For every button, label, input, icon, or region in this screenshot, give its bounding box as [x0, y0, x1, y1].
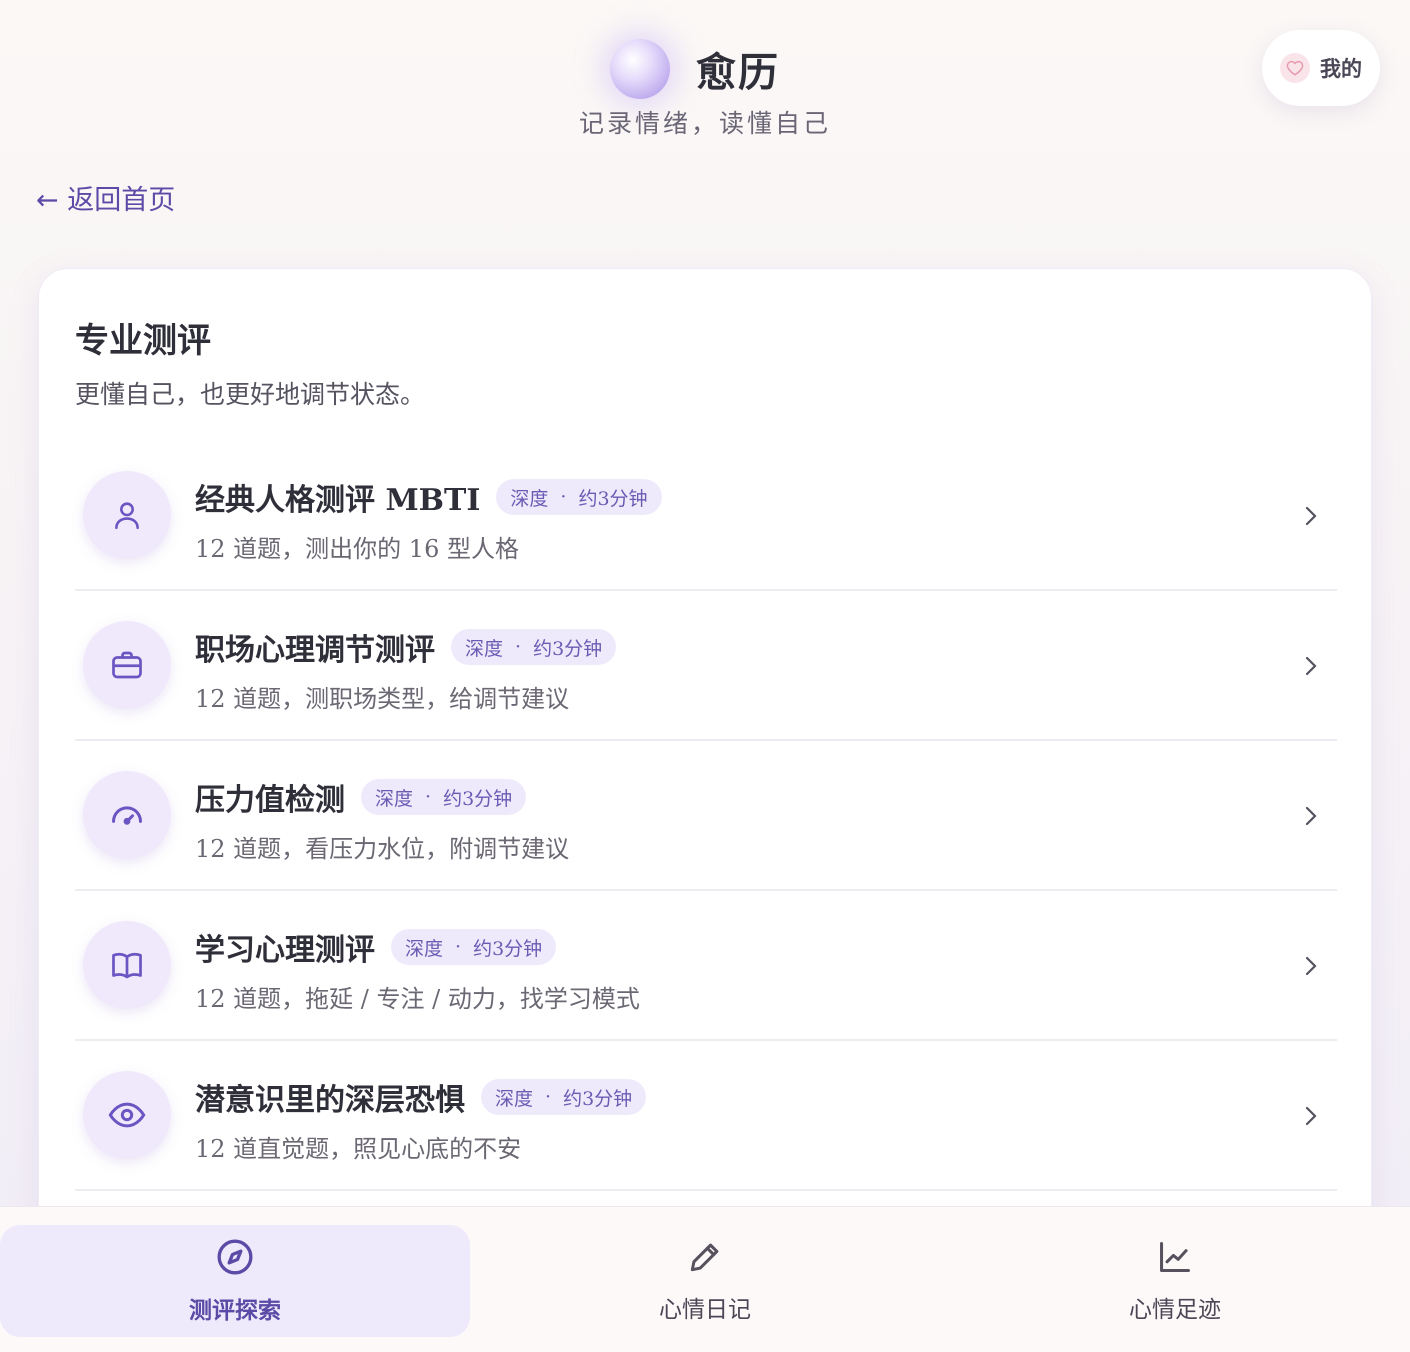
chevron-right-icon — [1299, 951, 1323, 985]
chevron-right-icon — [1299, 801, 1323, 835]
user-icon — [83, 471, 171, 559]
test-item-learning[interactable]: 学习心理测评 深度 · 约3分钟 12 道题，拖延 / 专注 / 动力，找学习模式 — [75, 891, 1337, 1041]
test-item-stress[interactable]: 压力值检测 深度 · 约3分钟 12 道题，看压力水位，附调节建议 — [75, 741, 1337, 891]
tagline: 记录情绪，读懂自己 — [578, 109, 831, 138]
duration-badge: 深度 · 约3分钟 — [361, 779, 527, 815]
section-title: 专业测评 — [75, 321, 211, 361]
compass-icon — [215, 1237, 255, 1281]
test-description: 12 道题，测职场类型，给调节建议 — [195, 685, 570, 713]
duration-badge: 深度 · 约3分钟 — [451, 629, 617, 665]
test-description: 12 道直觉题，照见心底的不安 — [195, 1135, 522, 1163]
mine-label: 我的 — [1320, 57, 1362, 81]
tab-label: 心情日记 — [659, 1297, 751, 1323]
app-header: 愈历 记录情绪，读懂自己 我的 — [0, 0, 1410, 150]
chevron-right-icon — [1299, 651, 1323, 685]
bottom-nav: 测评探索 心情日记 心情足迹 — [0, 1206, 1410, 1352]
brand-orb-logo — [610, 39, 670, 99]
test-title: 压力值检测 — [195, 783, 345, 818]
tab-label: 心情足迹 — [1129, 1297, 1221, 1323]
assessment-card: 专业测评 更懂自己，也更好地调节状态。 经典人格测评 MBTI 深度 · 约3分钟 … — [38, 268, 1372, 1268]
duration-badge: 深度 · 约3分钟 — [481, 1079, 647, 1115]
chevron-right-icon — [1299, 501, 1323, 535]
chart-icon — [1156, 1238, 1194, 1280]
chevron-right-icon — [1299, 1101, 1323, 1135]
eye-icon — [83, 1071, 171, 1159]
app-name: 愈历 — [696, 49, 780, 96]
test-title: 经典人格测评 MBTI — [195, 483, 481, 518]
pencil-icon — [686, 1238, 724, 1280]
test-description: 12 道题，测出你的 16 型人格 — [195, 535, 519, 563]
gauge-icon — [83, 771, 171, 859]
mine-button[interactable]: 我的 — [1262, 30, 1380, 106]
tab-label: 测评探索 — [189, 1298, 281, 1324]
duration-badge: 深度 · 约3分钟 — [496, 479, 662, 515]
test-description: 12 道题，拖延 / 专注 / 动力，找学习模式 — [195, 985, 640, 1013]
briefcase-icon — [83, 621, 171, 709]
heart-icon — [1280, 53, 1310, 83]
book-icon — [83, 921, 171, 1009]
test-item-mbti[interactable]: 经典人格测评 MBTI 深度 · 约3分钟 12 道题，测出你的 16 型人格 — [75, 441, 1337, 591]
test-list: 经典人格测评 MBTI 深度 · 约3分钟 12 道题，测出你的 16 型人格 职场… — [75, 441, 1337, 1191]
test-title: 学习心理测评 — [195, 933, 375, 968]
tab-explore[interactable]: 测评探索 — [0, 1225, 470, 1337]
section-subtitle: 更懂自己，也更好地调节状态。 — [75, 380, 426, 409]
test-item-fear[interactable]: 潜意识里的深层恐惧 深度 · 约3分钟 12 道直觉题，照见心底的不安 — [75, 1041, 1337, 1191]
tab-footprint[interactable]: 心情足迹 — [940, 1225, 1410, 1337]
test-description: 12 道题，看压力水位，附调节建议 — [195, 835, 570, 863]
tab-diary[interactable]: 心情日记 — [470, 1225, 940, 1337]
brand: 愈历 — [610, 24, 780, 114]
test-item-workplace[interactable]: 职场心理调节测评 深度 · 约3分钟 12 道题，测职场类型，给调节建议 — [75, 591, 1337, 741]
back-home-link[interactable]: ← 返回首页 — [36, 178, 175, 217]
test-title: 职场心理调节测评 — [195, 633, 435, 668]
test-title: 潜意识里的深层恐惧 — [195, 1083, 465, 1118]
duration-badge: 深度 · 约3分钟 — [391, 929, 557, 965]
